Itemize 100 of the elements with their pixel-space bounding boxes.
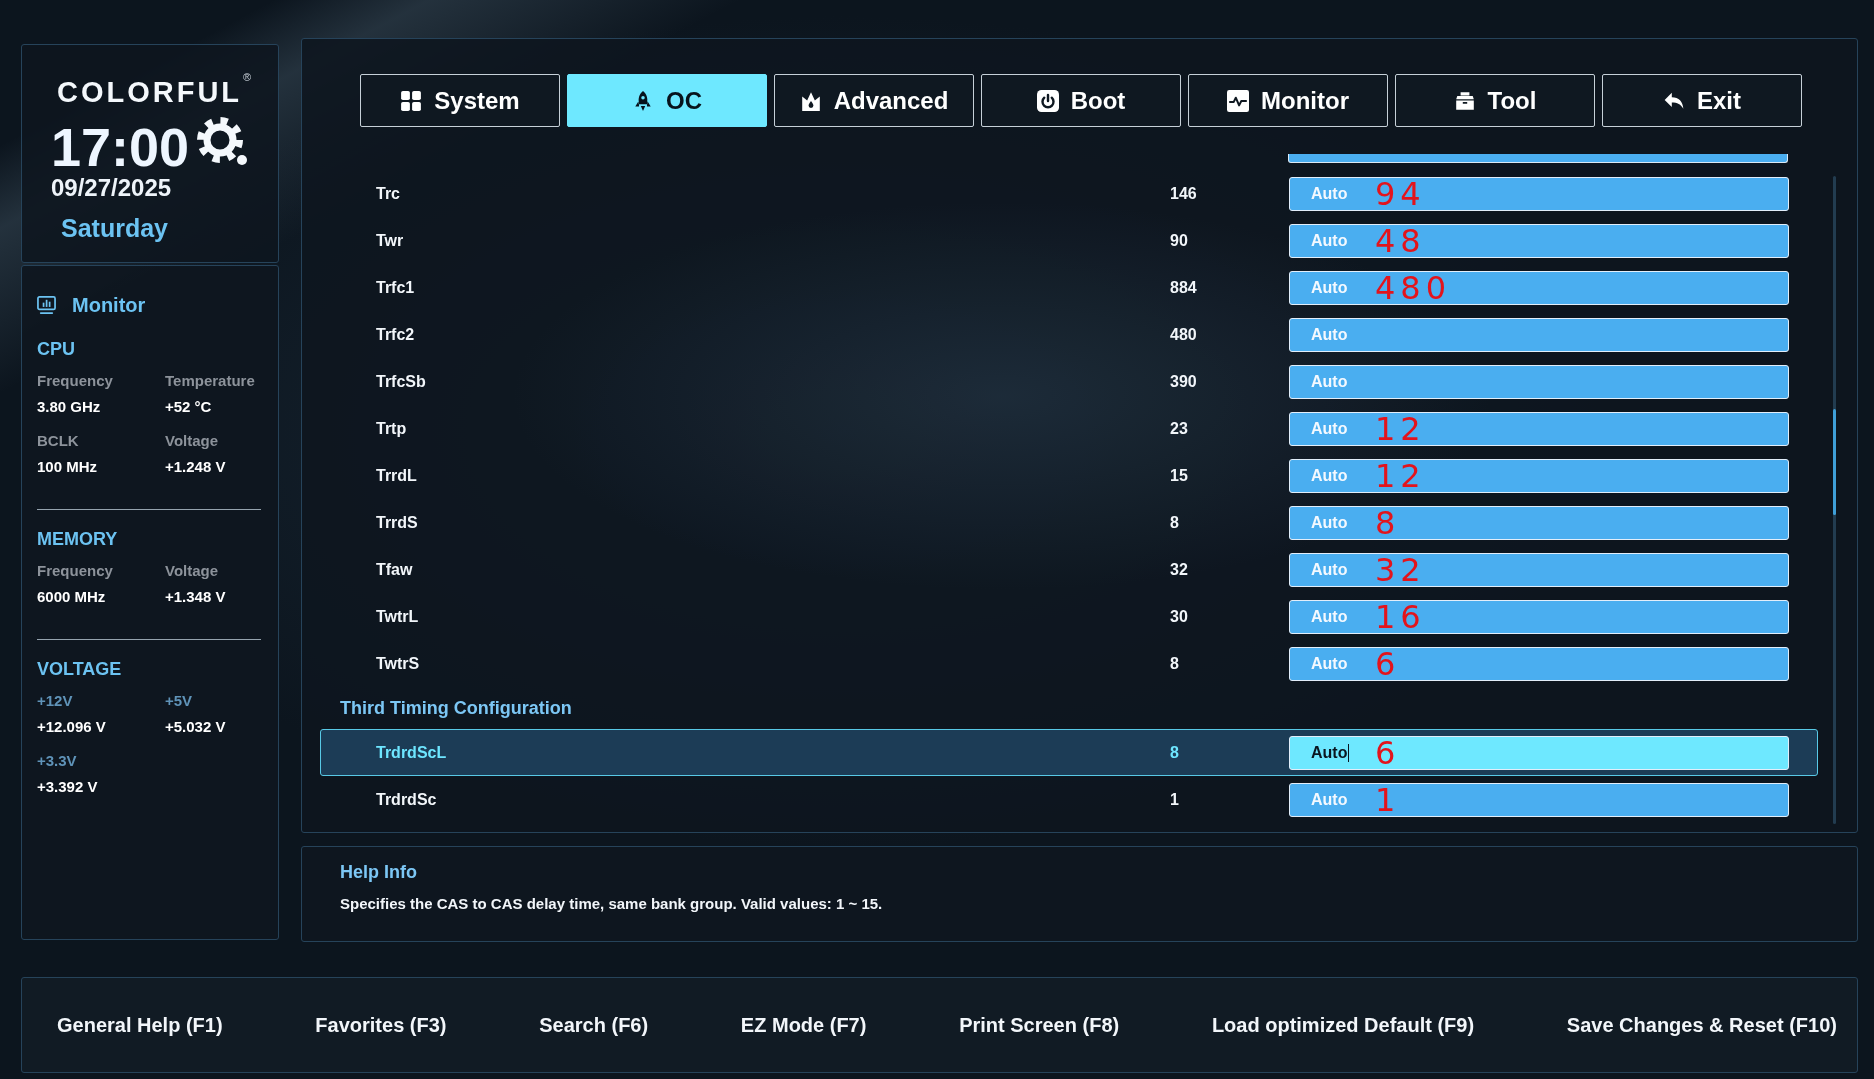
footer-button[interactable]: EZ Mode (F7) bbox=[740, 1013, 867, 1037]
footer-button[interactable]: Load optimized Default (F9) bbox=[1211, 1013, 1475, 1037]
setting-value: 15 bbox=[1170, 466, 1189, 485]
setting-name: TrfcSb bbox=[376, 372, 427, 391]
handwritten-number: 1 bbox=[1375, 781, 1401, 818]
panel-title: Monitor bbox=[72, 293, 146, 318]
date-text: 09/27/2025 bbox=[51, 174, 173, 202]
tab[interactable]: Boot bbox=[981, 74, 1181, 127]
input-field[interactable] bbox=[1288, 154, 1788, 163]
handwritten-number: 6 bbox=[1375, 645, 1401, 682]
setting-value: 390 bbox=[1170, 372, 1198, 391]
handwritten-number: 480 bbox=[1375, 269, 1452, 306]
setting-name: TrdrdScL bbox=[376, 743, 448, 762]
setting-name: TrrdL bbox=[376, 466, 418, 485]
rocket-icon bbox=[632, 89, 654, 112]
footer-button[interactable]: Search (F6) bbox=[539, 1013, 649, 1037]
tab[interactable]: Tool bbox=[1395, 74, 1595, 127]
setting-name: Trfc2 bbox=[376, 325, 416, 344]
stat-value: +1.248 V bbox=[165, 457, 227, 477]
section-heading: VOLTAGE bbox=[37, 658, 123, 680]
help-text: Specifies the CAS to CAS delay time, same bank group. Valid values: 1 ~ 15. bbox=[340, 894, 884, 914]
clock-time: 17:00 bbox=[51, 119, 190, 175]
handwritten-number: 16 bbox=[1375, 598, 1426, 635]
tab[interactable]: Monitor bbox=[1188, 74, 1388, 127]
footer-button[interactable]: Save Changes & Reset (F10) bbox=[1566, 1013, 1837, 1037]
handwritten-number: 12 bbox=[1375, 457, 1426, 494]
setting-row[interactable]: Twr 90 Auto 48 bbox=[320, 217, 1818, 264]
stat-label: Voltage bbox=[165, 431, 220, 451]
setting-name: Trc bbox=[376, 184, 401, 203]
setting-row[interactable]: TrdrdScL 8 Auto 6 bbox=[320, 729, 1818, 776]
stat-label: +5V bbox=[165, 691, 194, 711]
stat-value: +52 °C bbox=[165, 397, 213, 417]
setting-value: 146 bbox=[1170, 184, 1198, 203]
handwritten-number: 32 bbox=[1375, 551, 1426, 588]
setting-value: 23 bbox=[1170, 419, 1189, 438]
setting-row[interactable]: Trtp 23 Auto 12 bbox=[320, 405, 1818, 452]
section-heading: CPU bbox=[37, 338, 76, 360]
help-title: Help Info bbox=[340, 861, 418, 884]
power-icon bbox=[1036, 89, 1059, 112]
grid-icon bbox=[400, 89, 423, 112]
stat-value: 6000 MHz bbox=[37, 587, 107, 607]
setting-row[interactable]: TrdrdSc 1 Auto 1 bbox=[320, 776, 1818, 823]
setting-value: 90 bbox=[1170, 231, 1189, 250]
stat-label: Temperature bbox=[165, 371, 256, 391]
tab[interactable]: OC bbox=[567, 74, 767, 127]
setting-name: TwtrS bbox=[376, 654, 421, 673]
tab[interactable]: Exit bbox=[1602, 74, 1802, 127]
setting-row[interactable]: TrrdL 15 Auto 12 bbox=[320, 452, 1818, 499]
setting-row[interactable]: Trfc1 884 Auto 480 bbox=[320, 264, 1818, 311]
setting-row[interactable]: TrrdS 8 Auto 8 bbox=[320, 499, 1818, 546]
setting-row[interactable]: TrfcSb 390 Auto bbox=[320, 358, 1818, 405]
setting-name: TrrdS bbox=[376, 513, 419, 532]
handwritten-number: 8 bbox=[1375, 504, 1401, 541]
stat-label: BCLK bbox=[37, 431, 80, 451]
setting-value: 480 bbox=[1170, 325, 1198, 344]
setting-name: Tfaw bbox=[376, 560, 414, 579]
handwritten-number: 94 bbox=[1375, 175, 1426, 212]
setting-value: 884 bbox=[1170, 278, 1198, 297]
stat-value: 3.80 GHz bbox=[37, 397, 102, 417]
text-cursor bbox=[1348, 743, 1350, 762]
setting-row[interactable]: Trfc2 480 Auto bbox=[320, 311, 1818, 358]
setting-value: 32 bbox=[1170, 560, 1189, 579]
tab[interactable]: System bbox=[360, 74, 560, 127]
gear-icon bbox=[196, 116, 249, 168]
setting-value: 30 bbox=[1170, 607, 1189, 626]
stat-label: Frequency bbox=[37, 371, 114, 391]
stat-value: +12.096 V bbox=[37, 717, 107, 737]
footer-button[interactable]: Favorites (F3) bbox=[315, 1013, 447, 1037]
setting-name: TwtrL bbox=[376, 607, 420, 626]
stat-label: +12V bbox=[37, 691, 74, 711]
handwritten-number: 12 bbox=[1375, 410, 1426, 447]
handwritten-number: 6 bbox=[1375, 734, 1401, 771]
footer-button[interactable]: Print Screen (F8) bbox=[959, 1013, 1120, 1037]
setting-row[interactable]: TwtrS 8 Auto 6 bbox=[320, 640, 1818, 687]
section-heading: MEMORY bbox=[37, 528, 119, 550]
setting-name: Trtp bbox=[376, 419, 408, 438]
stat-label: Frequency bbox=[37, 561, 114, 581]
toolbox-icon bbox=[1453, 89, 1476, 112]
registered-mark: ® bbox=[243, 72, 252, 83]
stat-value: 100 MHz bbox=[37, 457, 99, 477]
setting-name: Twr bbox=[376, 231, 405, 250]
stat-value: +5.032 V bbox=[165, 717, 227, 737]
monitor-chart-icon bbox=[37, 295, 56, 315]
scrollbar-track[interactable] bbox=[1833, 176, 1836, 824]
weekday-text: Saturday bbox=[61, 213, 169, 243]
section-heading: Third Timing Configuration bbox=[339, 696, 573, 720]
handwritten-number: 48 bbox=[1375, 222, 1426, 259]
stat-value: +3.392 V bbox=[37, 777, 99, 797]
setting-row[interactable]: TwtrL 30 Auto 16 bbox=[320, 593, 1818, 640]
setting-value: 8 bbox=[1170, 513, 1180, 532]
tab[interactable]: Advanced bbox=[774, 74, 974, 127]
setting-value: 8 bbox=[1170, 743, 1180, 762]
stat-label: Voltage bbox=[165, 561, 220, 581]
stat-label: +3.3V bbox=[37, 751, 78, 771]
setting-value: 1 bbox=[1170, 790, 1180, 809]
setting-row[interactable]: Tfaw 32 Auto 32 bbox=[320, 546, 1818, 593]
setting-row[interactable]: Trc 146 Auto 94 bbox=[320, 170, 1818, 217]
scrollbar-thumb[interactable] bbox=[1833, 409, 1836, 515]
footer-button[interactable]: General Help (F1) bbox=[57, 1013, 223, 1037]
stat-value: +1.348 V bbox=[165, 587, 227, 607]
